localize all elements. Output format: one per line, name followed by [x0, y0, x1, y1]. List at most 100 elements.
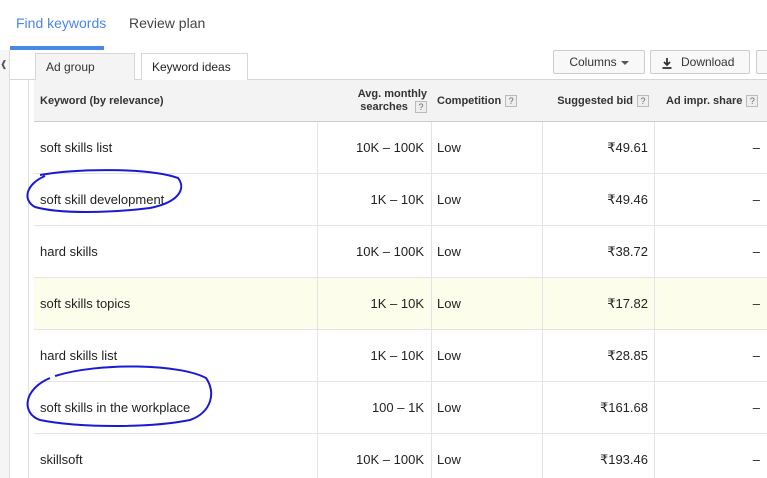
competition-cell: Low — [437, 244, 461, 259]
download-button[interactable]: Download — [650, 50, 750, 74]
ad-impr-share-cell: – — [752, 296, 760, 311]
header-competition[interactable]: Competition? — [437, 80, 542, 122]
help-icon[interactable]: ? — [505, 95, 518, 107]
ad-impr-share-cell: – — [752, 348, 760, 363]
column-divider — [654, 226, 655, 278]
subtab-ad-group-ideas[interactable]: Ad group ideas — [35, 53, 135, 101]
competition-cell: Low — [437, 400, 461, 415]
collapse-left-icon[interactable]: ❰ — [0, 58, 8, 70]
keyword-cell[interactable]: soft skills in the workplace — [40, 382, 310, 434]
avg-searches-cell: 1K – 10K — [370, 296, 425, 311]
header-volume-line2: searches — [360, 101, 408, 113]
header-bid-label: Suggested bid — [557, 95, 633, 107]
column-divider — [431, 382, 432, 434]
table-row[interactable]: soft skills list 10K – 100K Low ₹49.61 – — [34, 122, 767, 174]
column-divider — [542, 174, 543, 226]
column-divider — [542, 434, 543, 478]
column-divider — [542, 382, 543, 434]
column-divider — [431, 122, 432, 174]
column-divider — [654, 174, 655, 226]
column-divider — [317, 174, 318, 226]
header-volume-line1: Avg. monthly — [357, 88, 427, 100]
table-header: Keyword (by relevance) Avg. monthly sear… — [34, 80, 767, 122]
table-row[interactable]: soft skills topics 1K – 10K Low ₹17.82 – — [34, 278, 767, 330]
header-volume-label: Avg. monthly searches ? — [358, 88, 427, 114]
avg-searches-cell: 10K – 100K — [356, 452, 424, 467]
header-suggested-bid[interactable]: Suggested bid? — [542, 80, 649, 122]
help-icon[interactable]: ? — [746, 95, 759, 107]
avg-searches-cell: 1K – 10K — [370, 192, 425, 207]
column-divider — [654, 278, 655, 330]
more-button[interactable] — [756, 50, 767, 74]
chevron-down-icon — [620, 60, 629, 65]
column-divider — [654, 330, 655, 382]
ad-impr-share-cell: – — [752, 192, 760, 207]
keyword-cell[interactable]: soft skills topics — [40, 278, 310, 330]
avg-searches-cell: 1K – 10K — [370, 348, 425, 363]
ad-impr-share-cell: – — [752, 452, 760, 467]
competition-cell: Low — [437, 296, 461, 311]
keyword-cell[interactable]: hard skills list — [40, 330, 310, 382]
download-icon — [662, 57, 672, 69]
table-row[interactable]: skillsoft 10K – 100K Low ₹193.46 – — [34, 434, 767, 478]
header-competition-label: Competition — [437, 95, 502, 107]
column-divider — [431, 278, 432, 330]
suggested-bid-cell: ₹17.82 — [607, 296, 648, 311]
keyword-cell[interactable]: hard skills — [40, 226, 310, 278]
competition-cell: Low — [437, 452, 461, 467]
help-icon[interactable]: ? — [637, 95, 649, 107]
ad-impr-share-cell: – — [752, 140, 760, 155]
ad-impr-share-cell: – — [752, 244, 760, 259]
avg-searches-cell: 10K – 100K — [356, 140, 424, 155]
header-avg-monthly-searches[interactable]: Avg. monthly searches ? — [319, 80, 427, 122]
competition-cell: Low — [437, 348, 461, 363]
suggested-bid-cell: ₹193.46 — [599, 452, 648, 467]
tab-review-plan[interactable]: Review plan — [129, 15, 205, 31]
divider — [28, 50, 29, 478]
column-divider — [317, 330, 318, 382]
header-share-label: Ad impr. share — [666, 95, 743, 107]
table-row[interactable]: hard skills list 1K – 10K Low ₹28.85 – — [34, 330, 767, 382]
top-navigation: Find keywords Review plan — [0, 0, 767, 50]
competition-cell: Low — [437, 192, 461, 207]
column-divider — [542, 278, 543, 330]
column-divider — [317, 434, 318, 478]
column-divider — [317, 226, 318, 278]
suggested-bid-cell: ₹161.68 — [599, 400, 648, 415]
table-row[interactable]: hard skills 10K – 100K Low ₹38.72 – — [34, 226, 767, 278]
suggested-bid-cell: ₹38.72 — [607, 244, 648, 259]
column-divider — [542, 226, 543, 278]
column-divider — [431, 330, 432, 382]
avg-searches-cell: 100 – 1K — [371, 400, 424, 415]
column-divider — [542, 122, 543, 174]
columns-button[interactable]: Columns — [553, 50, 645, 74]
tab-find-keywords[interactable]: Find keywords — [16, 15, 106, 31]
keyword-cell[interactable]: skillsoft — [40, 434, 310, 478]
keyword-cell[interactable]: soft skill development — [40, 174, 310, 226]
ad-impr-share-cell: – — [752, 400, 760, 415]
avg-searches-cell: 10K – 100K — [356, 244, 424, 259]
column-divider — [654, 434, 655, 478]
column-divider — [431, 226, 432, 278]
column-divider — [431, 174, 432, 226]
column-divider — [542, 330, 543, 382]
table-row[interactable]: soft skills in the workplace 100 – 1K Low ₹… — [34, 382, 767, 434]
suggested-bid-cell: ₹28.85 — [607, 348, 648, 363]
column-divider — [317, 382, 318, 434]
header-keyword-label: Keyword (by relevance) — [40, 95, 164, 107]
suggested-bid-cell: ₹49.61 — [607, 140, 648, 155]
table-row[interactable]: soft skill development 1K – 10K Low ₹49.46 – — [34, 174, 767, 226]
column-divider — [317, 122, 318, 174]
download-button-label: Download — [681, 55, 735, 69]
help-icon[interactable]: ? — [415, 101, 427, 113]
suggested-bid-cell: ₹49.46 — [607, 192, 648, 207]
header-keyword[interactable]: Keyword (by relevance) — [40, 80, 310, 122]
column-divider — [654, 122, 655, 174]
column-divider — [317, 278, 318, 330]
columns-button-label: Columns — [569, 55, 617, 69]
subtab-keyword-ideas[interactable]: Keyword ideas — [141, 53, 248, 82]
left-panel-edge — [0, 50, 10, 478]
header-ad-impr-share[interactable]: Ad impr. share? — [666, 80, 766, 122]
keyword-cell[interactable]: soft skills list — [40, 122, 310, 174]
column-divider — [654, 382, 655, 434]
